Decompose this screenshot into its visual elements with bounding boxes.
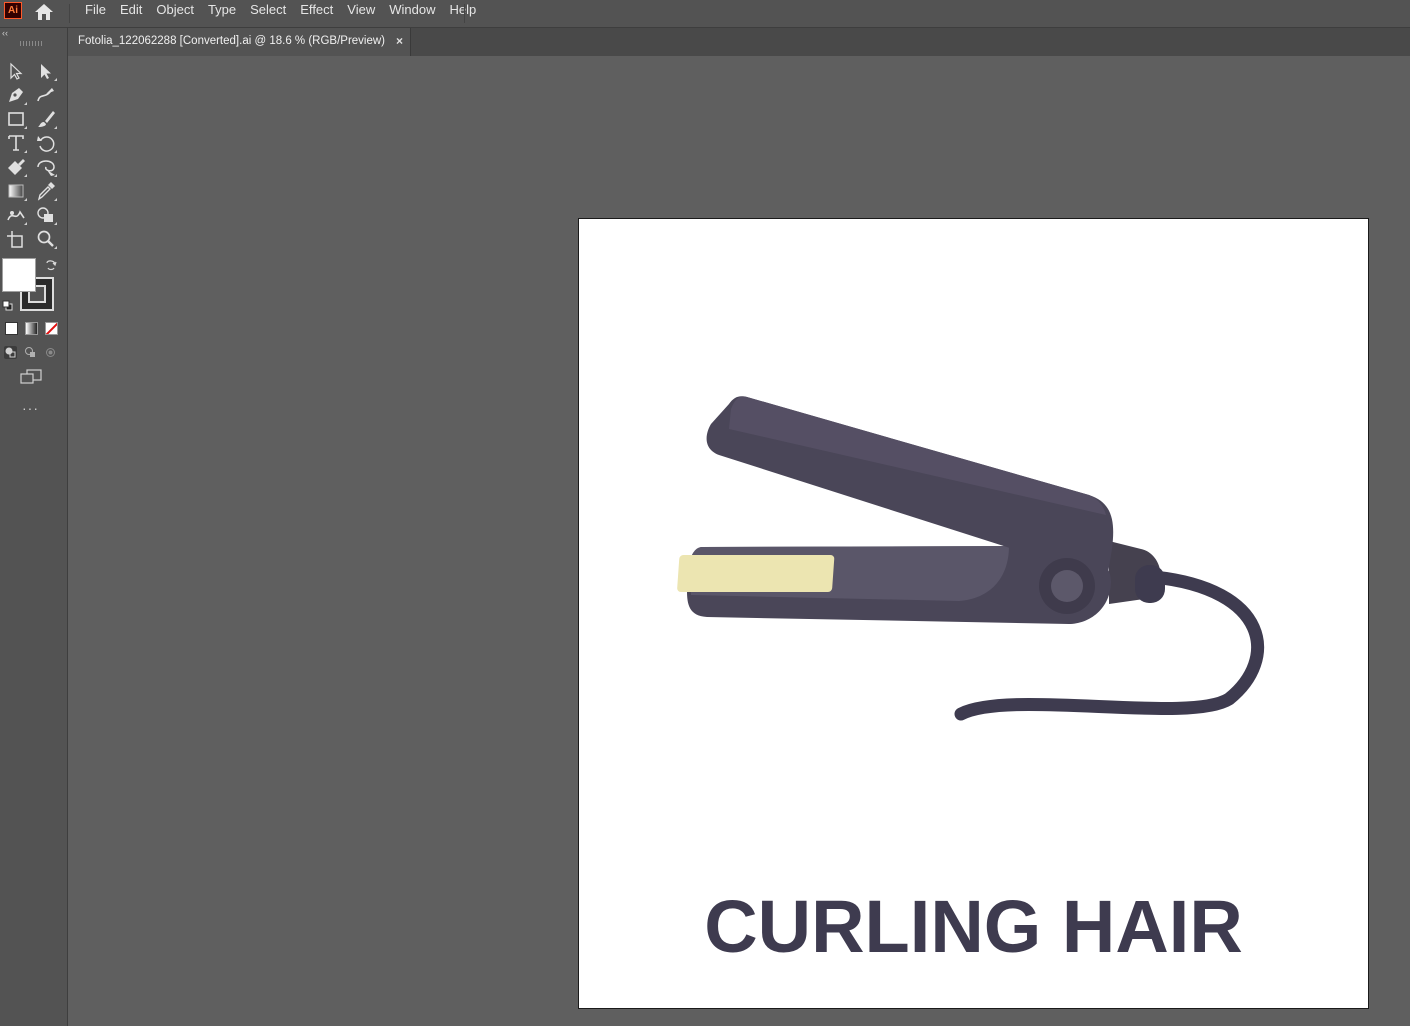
edit-toolbar-icon[interactable]: ··· (22, 400, 39, 416)
color-mode-button[interactable] (5, 322, 18, 335)
draw-normal-icon[interactable] (4, 346, 17, 359)
pen-tool-icon[interactable] (4, 84, 28, 106)
swap-fill-stroke-icon[interactable] (45, 258, 57, 271)
draw-inside-icon[interactable] (44, 346, 57, 359)
menu-object[interactable]: Object (149, 0, 201, 22)
cord-strain-relief (1135, 565, 1165, 603)
warp-tool-icon[interactable] (34, 156, 58, 178)
artboard-tool-icon[interactable] (4, 228, 28, 250)
document-tab-bar: Fotolia_122062288 [Converted].ai @ 18.6 … (68, 28, 1410, 56)
artboard[interactable]: CURLING HAIR (578, 218, 1369, 1009)
artboard-caption[interactable]: CURLING HAIR (579, 887, 1368, 967)
none-mode-button[interactable] (45, 322, 58, 335)
shape-builder-tool-icon[interactable] (34, 204, 58, 226)
fill-color-swatch[interactable] (2, 258, 36, 292)
menu-bar: Ai File Edit Object Type Select Effect V… (0, 0, 1410, 28)
default-fill-stroke-icon[interactable] (2, 298, 13, 311)
menu-effect[interactable]: Effect (293, 0, 340, 22)
eyedropper-tool-icon[interactable] (34, 180, 58, 202)
menu-view[interactable]: View (340, 0, 382, 22)
document-tab-title: Fotolia_122062288 [Converted].ai @ 18.6 … (78, 35, 386, 47)
shaper-tool-icon[interactable] (4, 156, 28, 178)
rectangle-tool-icon[interactable] (4, 108, 28, 130)
menu-divider (69, 4, 70, 23)
hinge-button (1051, 570, 1083, 602)
zoom-tool-icon[interactable] (34, 228, 58, 250)
menu-help[interactable]: Help (442, 0, 483, 22)
gradient-mode-button[interactable] (25, 322, 38, 335)
document-tab[interactable]: Fotolia_122062288 [Converted].ai @ 18.6 … (68, 28, 411, 56)
draw-behind-icon[interactable] (24, 346, 37, 359)
menu-window[interactable]: Window (382, 0, 442, 22)
menu-select[interactable]: Select (243, 0, 293, 22)
direct-selection-tool-icon[interactable] (34, 60, 58, 82)
panel-grip-handle[interactable] (20, 41, 42, 46)
main-menu: File Edit Object Type Select Effect View… (78, 0, 483, 22)
type-tool-icon[interactable] (4, 132, 28, 154)
puppet-warp-tool-icon[interactable] (4, 204, 28, 226)
paintbrush-tool-icon[interactable] (34, 108, 58, 130)
menu-edit[interactable]: Edit (113, 0, 149, 22)
selection-tool-icon[interactable] (4, 60, 28, 82)
menu-type[interactable]: Type (201, 0, 243, 22)
gradient-tool-icon[interactable] (4, 180, 28, 202)
close-tab-icon[interactable]: × (396, 34, 403, 48)
menu-divider (464, 4, 465, 23)
curvature-tool-icon[interactable] (34, 84, 58, 106)
home-icon[interactable] (33, 2, 55, 22)
collapse-panel-icon[interactable]: ‹‹ (2, 28, 8, 38)
heating-plate (677, 555, 835, 592)
illustrator-logo-icon: Ai (4, 2, 22, 19)
screen-mode-icon[interactable] (19, 368, 43, 386)
menu-file[interactable]: File (78, 0, 113, 22)
rotate-tool-icon[interactable] (34, 132, 58, 154)
tools-panel: ‹‹ ··· (0, 28, 68, 1026)
